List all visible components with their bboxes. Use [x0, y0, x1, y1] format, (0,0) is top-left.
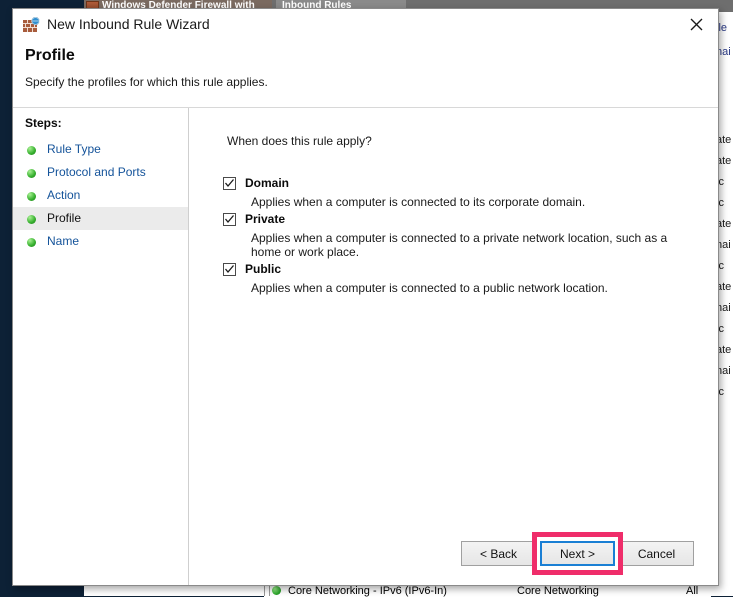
back-button[interactable]: < Back	[461, 541, 536, 566]
page-title: Profile	[25, 47, 75, 65]
close-icon[interactable]	[674, 9, 718, 39]
dialog-header: Profile Specify the profiles for which t…	[13, 41, 718, 108]
step-bullet-icon	[27, 215, 36, 224]
next-button[interactable]: Next >	[540, 541, 615, 566]
dialog-titlebar: New Inbound Rule Wizard	[13, 9, 718, 41]
steps-heading: Steps:	[25, 116, 62, 130]
domain-label: Domain	[245, 176, 289, 190]
sidebar-item-label: Profile	[47, 211, 81, 225]
sidebar-item-name[interactable]: Name	[13, 230, 188, 253]
steps-list: Rule Type Protocol and Ports Action Prof…	[13, 138, 188, 253]
rule-profile-cell: All	[686, 585, 698, 597]
domain-description: Applies when a computer is connected to …	[251, 195, 681, 209]
sidebar-item-rule-type[interactable]: Rule Type	[13, 138, 188, 161]
page-subtitle: Specify the profiles for which this rule…	[25, 75, 268, 89]
profile-option-domain: Domain Applies when a computer is connec…	[223, 176, 700, 209]
dialog-title: New Inbound Rule Wizard	[47, 16, 210, 32]
profile-options-group: Domain Applies when a computer is connec…	[223, 176, 700, 298]
sidebar-item-profile[interactable]: Profile	[13, 207, 188, 230]
steps-sidebar: Steps: Rule Type Protocol and Ports Acti…	[13, 108, 189, 585]
sidebar-item-label: Action	[47, 188, 80, 202]
sidebar-item-action[interactable]: Action	[13, 184, 188, 207]
rule-group-cell: Core Networking	[517, 585, 599, 597]
step-bullet-icon	[27, 169, 36, 178]
dialog-footer: < Back Next > Cancel	[189, 529, 718, 585]
private-checkbox[interactable]	[223, 213, 236, 226]
rule-enabled-icon	[272, 586, 281, 595]
public-description: Applies when a computer is connected to …	[251, 281, 681, 295]
sidebar-item-label: Protocol and Ports	[47, 165, 146, 179]
private-description: Applies when a computer is connected to …	[251, 231, 681, 259]
new-inbound-rule-wizard-dialog: New Inbound Rule Wizard Profile Specify …	[12, 8, 719, 586]
sidebar-item-label: Name	[47, 234, 79, 248]
profile-option-public: Public Applies when a computer is connec…	[223, 262, 700, 295]
dialog-content: Steps: Rule Type Protocol and Ports Acti…	[13, 108, 718, 585]
rule-name-cell: Core Networking - IPv6 (IPv6-In)	[288, 585, 447, 597]
sidebar-item-label: Rule Type	[47, 142, 101, 156]
step-bullet-icon	[27, 238, 36, 247]
next-button-wrapper: Next >	[540, 541, 615, 566]
wizard-pane: When does this rule apply? Domain Applie…	[189, 108, 718, 585]
wizard-button-row: < Back Next > Cancel	[461, 541, 694, 566]
private-label: Private	[245, 212, 285, 226]
profile-option-private: Private Applies when a computer is conne…	[223, 212, 700, 259]
sidebar-item-protocol-and-ports[interactable]: Protocol and Ports	[13, 161, 188, 184]
domain-checkbox[interactable]	[223, 177, 236, 190]
pane-question: When does this rule apply?	[227, 134, 372, 148]
firewall-globe-icon	[23, 17, 41, 33]
step-bullet-icon	[27, 192, 36, 201]
public-checkbox[interactable]	[223, 263, 236, 276]
cancel-button[interactable]: Cancel	[619, 541, 694, 566]
public-label: Public	[245, 262, 281, 276]
step-bullet-icon	[27, 146, 36, 155]
